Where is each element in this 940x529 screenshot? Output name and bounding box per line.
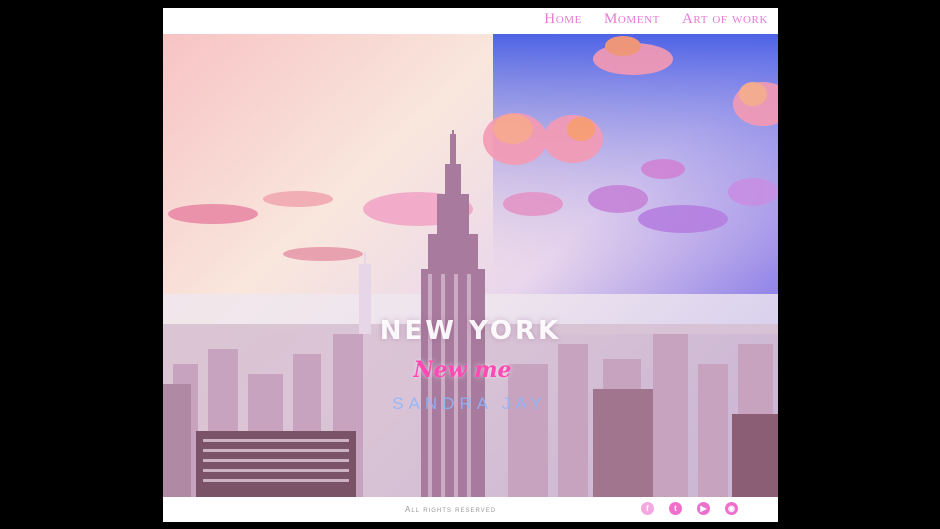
youtube-icon[interactable]: ▶ xyxy=(697,502,710,515)
rss-icon[interactable]: ◉ xyxy=(725,502,738,515)
hero-title: NEW YORK xyxy=(379,316,562,346)
nav-item-art-of-work[interactable]: Art of work xyxy=(682,11,768,28)
top-navigation-bar: Home Moment Art of work xyxy=(163,8,778,34)
hero-subtitle: New me xyxy=(413,357,512,383)
hero-image: NEW YORK New me SANDRA JAY xyxy=(163,34,778,497)
footer: All rights reserved f t ▶ ◉ xyxy=(163,497,778,522)
website-frame: Home Moment Art of work NEW YORK New me … xyxy=(163,8,778,522)
nav-item-home[interactable]: Home xyxy=(544,11,582,28)
facebook-icon[interactable]: f xyxy=(641,502,654,515)
city-skyline-illustration xyxy=(163,34,778,497)
main-nav: Home Moment Art of work xyxy=(544,11,768,28)
social-links: f t ▶ ◉ xyxy=(641,502,738,515)
nav-item-moment[interactable]: Moment xyxy=(604,11,660,28)
hero-author: SANDRA JAY xyxy=(392,394,547,413)
twitter-icon[interactable]: t xyxy=(669,502,682,515)
copyright-text: All rights reserved xyxy=(405,505,497,514)
